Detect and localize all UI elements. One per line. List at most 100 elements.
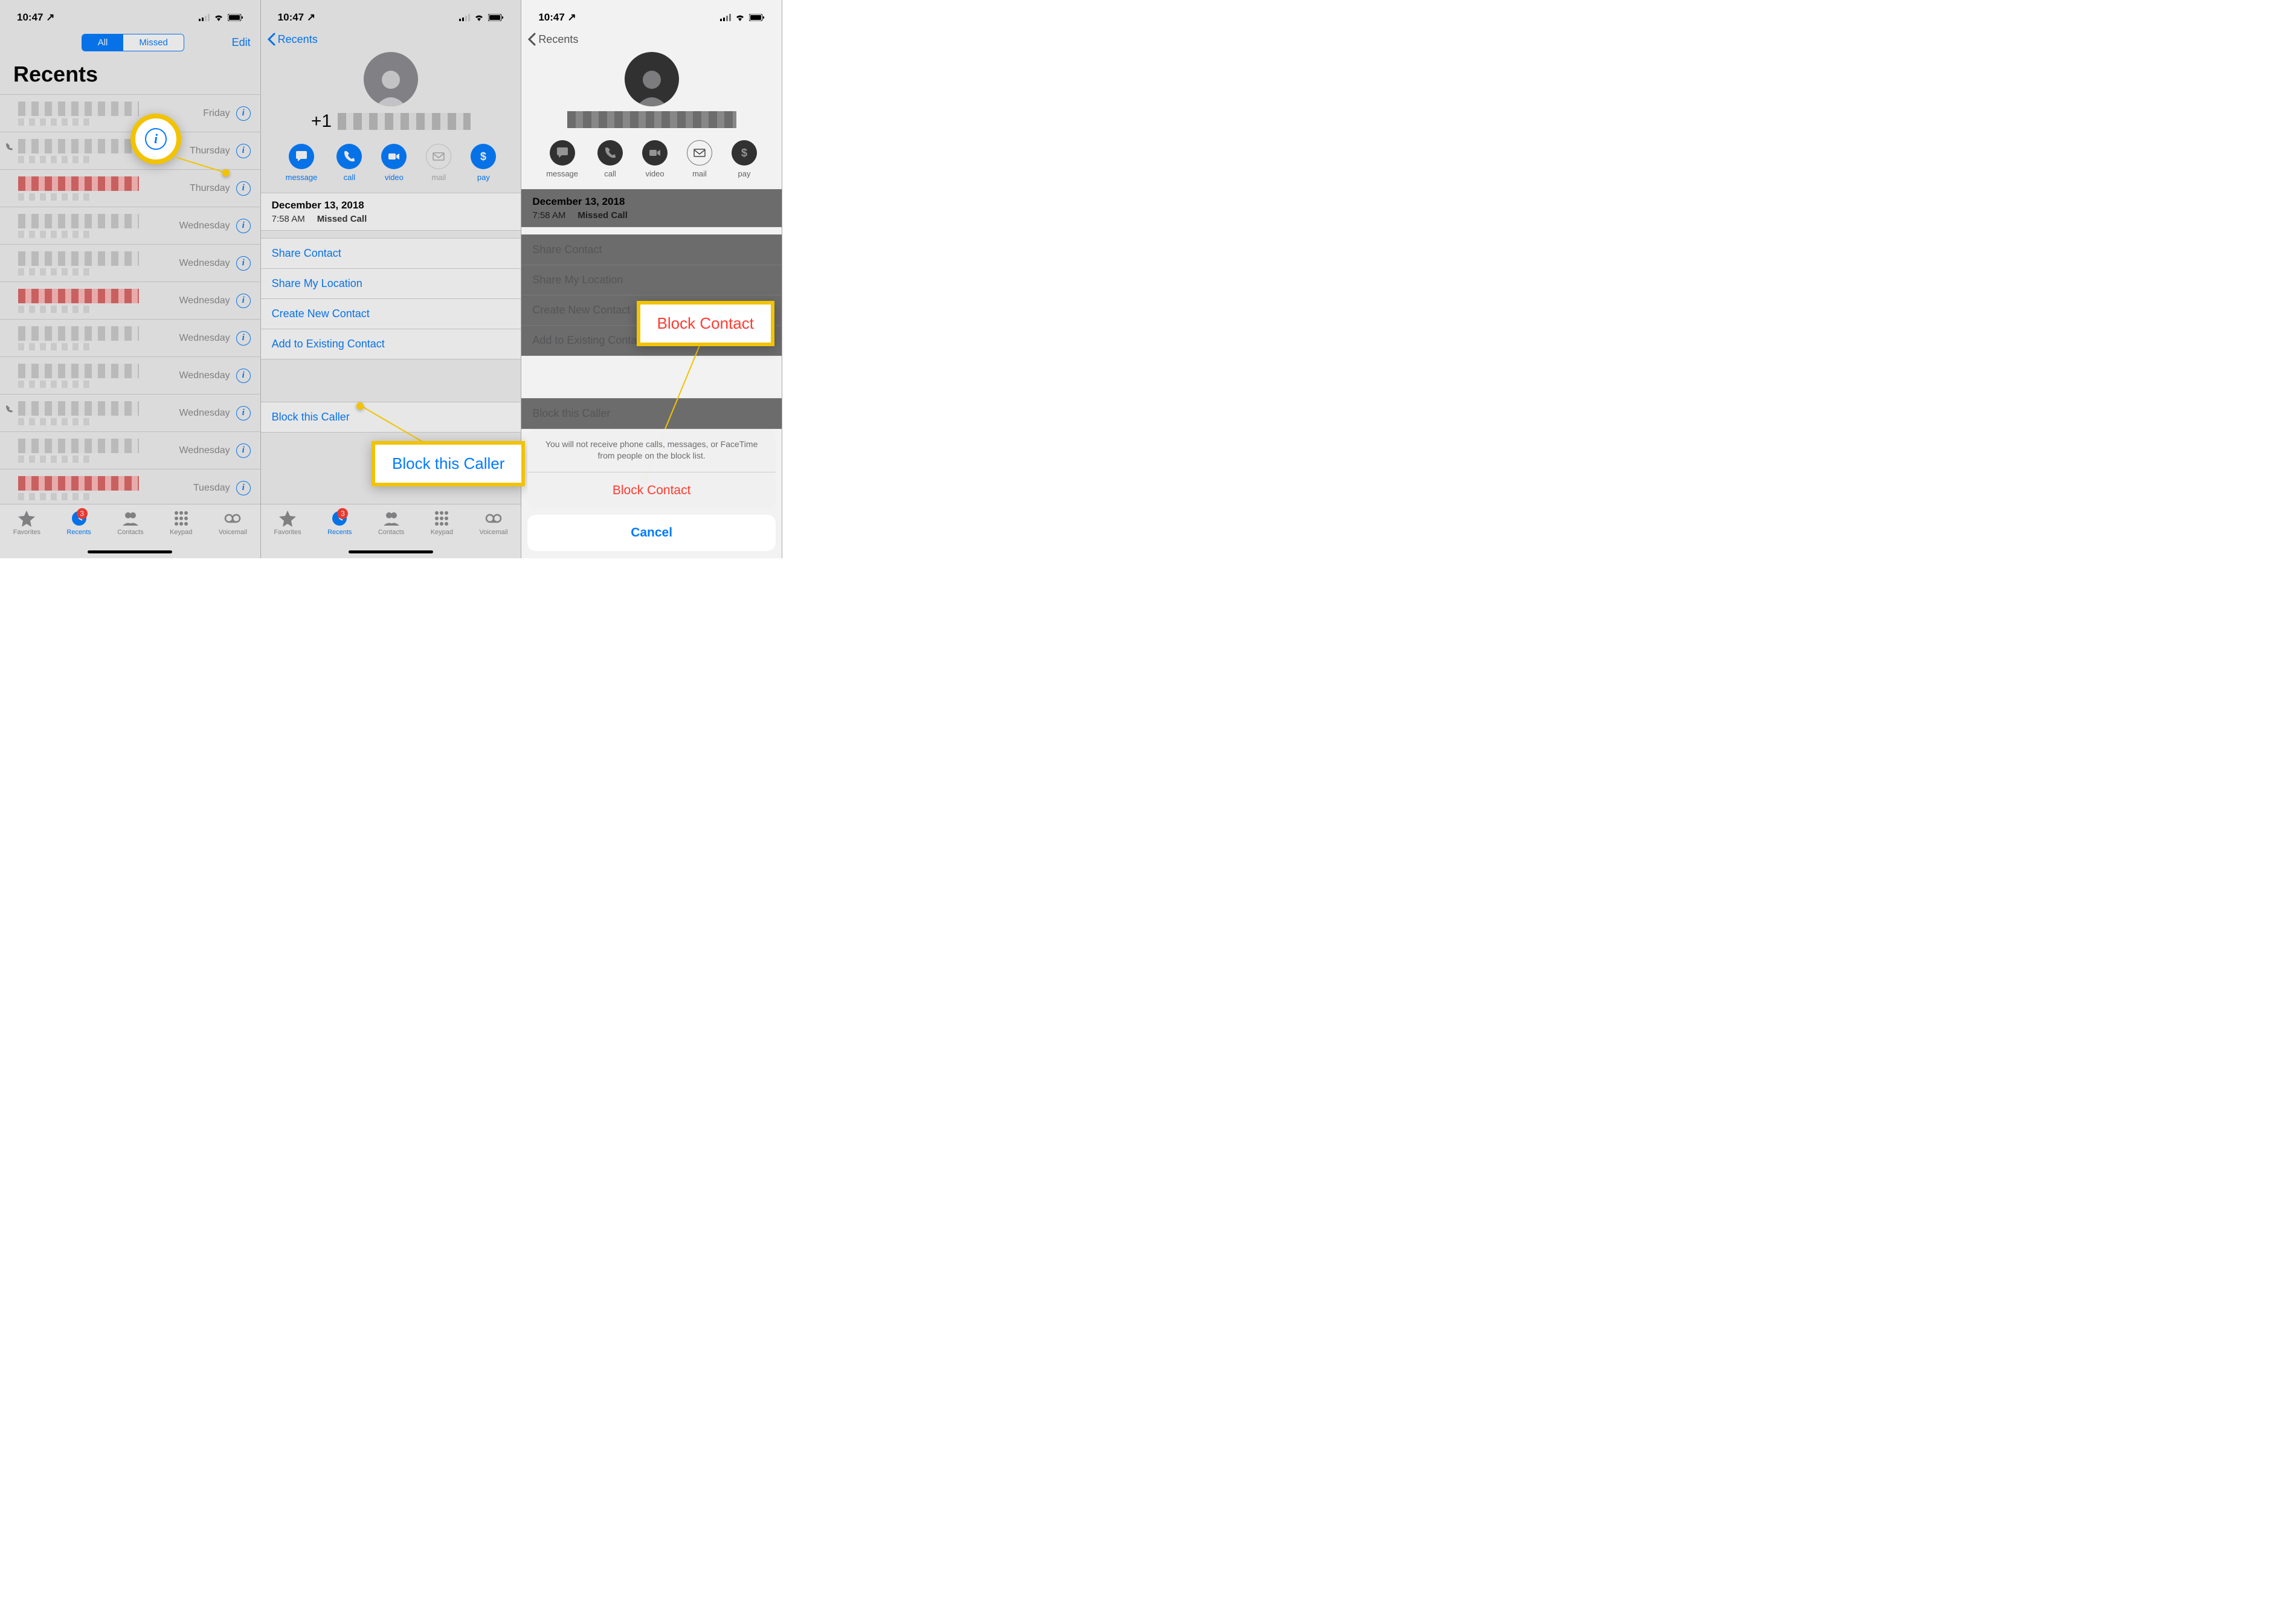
tab-favorites[interactable]: Favorites [274,509,301,558]
tab-label: Favorites [274,529,301,536]
recent-row[interactable]: Wednesday i [0,282,260,320]
recent-day: Wednesday [179,221,230,231]
info-button[interactable]: i [236,481,251,495]
location-arrow-icon: ↗ [46,11,54,23]
segmented-control[interactable]: All Missed [82,34,184,51]
redacted-sub [18,381,91,388]
info-button[interactable]: i [236,256,251,271]
recent-day: Thursday [190,183,230,194]
recents-list[interactable]: FridayiThursdayiThursdayiWednesdayiWedne… [0,94,260,507]
segment-all[interactable]: All [82,34,124,51]
person-icon [121,509,140,527]
recent-row[interactable]: Wednesdayi [0,357,260,395]
tab-label: Contacts [117,529,143,536]
recent-row[interactable]: Tuesdayi [0,469,260,507]
star-icon [278,509,297,527]
recent-row[interactable]: Thursday i [0,170,260,207]
redacted-name [18,326,139,341]
info-button[interactable]: i [236,443,251,458]
callout-dot [222,169,230,176]
callout-block-contact: Block Contact [637,301,774,346]
action-label: pay [738,169,751,178]
back-button[interactable]: Recents [261,27,521,52]
callout-info-highlight: i [130,114,181,164]
recent-row[interactable]: Wednesdayi [0,320,260,357]
recent-day: Wednesday [179,295,230,306]
info-button[interactable]: i [236,294,251,308]
recent-row[interactable]: Wednesday i [0,207,260,245]
avatar-icon [625,52,679,106]
info-button[interactable]: i [236,369,251,383]
call-time: 7:58 AM [532,210,565,221]
outgoing-icon [5,142,13,153]
redacted-sub [18,306,91,313]
home-indicator[interactable] [349,550,433,553]
info-icon: i [145,128,167,150]
chevron-left-icon [267,33,275,46]
tab-voicemail[interactable]: Voicemail [479,509,507,558]
action-row: message call video mail $ pay [261,144,521,182]
call-button[interactable]: call [336,144,362,182]
video-icon [648,146,661,160]
info-button[interactable]: i [236,181,251,196]
status-icons [459,14,504,21]
redacted-sub [18,343,91,350]
action-label: message [286,173,318,182]
share-location-link[interactable]: Share My Location [261,269,521,299]
edit-button[interactable]: Edit [232,36,251,49]
video-button[interactable]: video [381,144,407,182]
keypad-icon [433,509,451,527]
info-button[interactable]: i [236,106,251,121]
redacted-sub [18,493,91,500]
tab-favorites[interactable]: Favorites [13,509,40,558]
tab-keypad[interactable]: Keypad [170,509,192,558]
mail-icon [693,146,706,160]
redacted-sub [18,268,91,276]
recent-row[interactable]: Wednesdayi [0,395,260,432]
redacted-name [18,364,139,378]
info-button[interactable]: i [236,219,251,233]
recent-row[interactable]: Wednesday i [0,432,260,469]
tab-voicemail[interactable]: Voicemail [219,509,247,558]
tab-keypad[interactable]: Keypad [431,509,453,558]
segment-missed[interactable]: Missed [123,34,184,51]
action-label: message [546,169,578,178]
message-icon [556,146,569,160]
action-sheet: You will not receive phone calls, messag… [527,429,776,551]
info-button[interactable]: i [236,331,251,346]
sheet-message: You will not receive phone calls, messag… [527,429,776,472]
contact-number: +1 [261,111,521,132]
status-icons [199,14,243,21]
call-history: December 13, 2018 7:58 AM Missed Call [521,189,782,227]
message-button[interactable]: message [286,144,318,182]
cancel-button[interactable]: Cancel [527,515,776,551]
wifi-icon [735,14,745,21]
redacted-name [18,439,139,453]
block-contact-button[interactable]: Block Contact [527,472,776,509]
create-contact-link[interactable]: Create New Contact [261,299,521,329]
tab-label: Favorites [13,529,40,536]
back-label: Recents [278,33,318,46]
add-existing-link[interactable]: Add to Existing Contact [261,329,521,359]
recent-day: Wednesday [179,445,230,456]
recent-day: Wednesday [179,258,230,269]
call-type: Missed Call [317,214,367,224]
redacted-name [18,139,139,153]
person-icon [382,509,401,527]
recent-day: Thursday [190,146,230,156]
info-button[interactable]: i [236,144,251,158]
share-contact-link[interactable]: Share Contact [261,239,521,269]
status-bar: 10:47 ↗ [521,0,782,27]
battery-icon [228,14,243,21]
recent-row[interactable]: Fridayi [0,95,260,132]
info-button[interactable]: i [236,406,251,420]
redacted-name [18,214,139,228]
message-button: message [546,140,578,178]
redacted-name [18,102,139,116]
home-indicator[interactable] [88,550,172,553]
star-icon [18,509,36,527]
pay-button[interactable]: $ pay [471,144,496,182]
recent-row[interactable]: Wednesday i [0,245,260,282]
tab-label: Contacts [378,529,404,536]
block-caller-link[interactable]: Block this Caller [261,402,521,432]
